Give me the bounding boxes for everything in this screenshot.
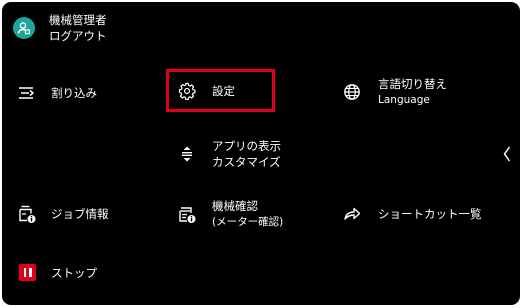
- settings-button[interactable]: 設定: [177, 81, 235, 101]
- interrupt-label: 割り込み: [51, 86, 97, 100]
- language-button[interactable]: 言語切り替え Language: [342, 76, 447, 108]
- interrupt-icon: [17, 83, 37, 103]
- chevron-left-icon: [503, 146, 511, 162]
- collapse-panel-button[interactable]: [500, 143, 514, 165]
- machine-check-icon: [177, 204, 197, 224]
- app-display-sub-label: カスタマイズ: [212, 155, 281, 169]
- logout-label: ログアウト: [49, 29, 107, 43]
- stop-label: ストップ: [51, 265, 97, 280]
- job-info-button[interactable]: ジョブ情報: [17, 204, 109, 224]
- machine-check-label: 機械確認: [212, 199, 258, 213]
- gear-icon: [177, 81, 197, 101]
- machine-check-button[interactable]: 機械確認 (メーター確認): [177, 198, 283, 230]
- language-label: 言語切り替え: [378, 77, 447, 91]
- menu-screen: 機械管理者 ログアウト 割り込み 設定 言語切り替え Language アプリの…: [2, 2, 520, 305]
- shortcut-list-button[interactable]: ショートカット一覧: [342, 204, 482, 224]
- language-sub-label: Language: [378, 94, 430, 106]
- user-logout-button[interactable]: 機械管理者 ログアウト: [13, 12, 107, 44]
- globe-icon: [342, 82, 362, 102]
- stop-button[interactable]: ストップ: [19, 264, 97, 281]
- user-avatar-icon: [13, 17, 35, 39]
- reorder-icon: [177, 144, 197, 164]
- settings-label: 設定: [212, 84, 235, 98]
- app-display-label: アプリの表示: [212, 139, 281, 153]
- interrupt-button[interactable]: 割り込み: [17, 83, 97, 103]
- machine-check-sub-label: (メーター確認): [212, 216, 284, 228]
- share-arrow-icon: [342, 204, 362, 224]
- job-info-label: ジョブ情報: [51, 207, 109, 221]
- shortcut-list-label: ショートカット一覧: [378, 207, 482, 221]
- app-display-customize-button[interactable]: アプリの表示 カスタマイズ: [177, 138, 281, 170]
- user-name: 機械管理者: [49, 13, 107, 27]
- job-info-icon: [17, 204, 37, 224]
- stop-icon: [19, 264, 36, 281]
